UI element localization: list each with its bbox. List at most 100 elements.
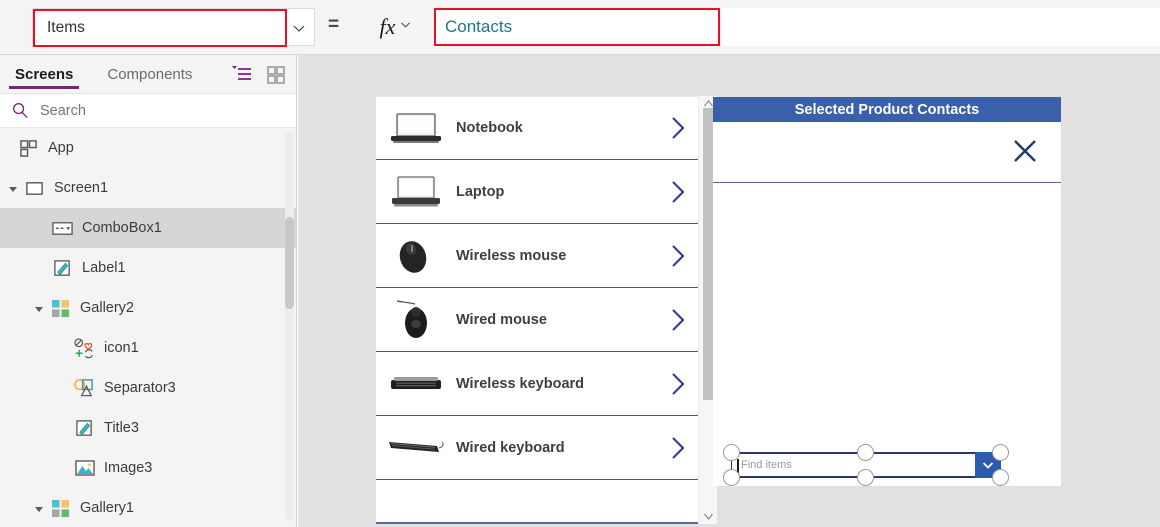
gallery-item[interactable]: Wireless mouse — [376, 224, 698, 288]
sidebar-item-image3[interactable]: Image3 — [0, 448, 296, 488]
chevron-right-icon[interactable] — [664, 307, 692, 333]
sidebar-scrollbar[interactable] — [285, 131, 294, 521]
thumbnail-view-icon[interactable] — [266, 64, 286, 84]
resize-handle-bottom-left[interactable] — [723, 469, 740, 486]
expand-caret-icon[interactable] — [34, 503, 45, 514]
chevron-down-icon[interactable] — [399, 18, 412, 36]
sidebar-item-icon1-label: icon1 — [104, 340, 139, 356]
chevron-right-icon[interactable] — [664, 243, 692, 269]
tree-view-icon[interactable] — [232, 64, 252, 84]
formula-input-value: Contacts — [445, 17, 513, 36]
combobox-icon — [52, 218, 73, 239]
image-icon — [74, 458, 95, 479]
resize-handle-bottom-right[interactable] — [992, 469, 1009, 486]
label-icon — [74, 418, 95, 439]
app-canvas: Notebook Laptop Wireless mouse Wired mou… — [298, 55, 1160, 527]
search-icon — [0, 102, 40, 119]
combobox-control: Find items — [723, 444, 1009, 486]
gallery-item[interactable]: Wired keyboard — [376, 416, 698, 480]
chevron-right-icon[interactable] — [664, 179, 692, 205]
close-icon[interactable] — [1009, 135, 1041, 167]
chevron-right-icon[interactable] — [664, 115, 692, 141]
gallery-item-title: Wired keyboard — [456, 439, 565, 456]
gallery-item-title: Notebook — [456, 120, 523, 136]
gallery-control: Notebook Laptop Wireless mouse Wired mou… — [376, 96, 717, 524]
wired-keyboard-image — [378, 424, 454, 472]
sidebar-item-combobox1-label: ComboBox1 — [82, 220, 162, 236]
wired-mouse-image — [378, 296, 454, 344]
view-toggle-group — [232, 64, 286, 84]
sidebar-item-image3-label: Image3 — [104, 460, 153, 476]
left-sidebar: Screens Components Search App Screen1 Co… — [0, 55, 297, 527]
detail-panel: Selected Product Contacts — [713, 97, 1061, 486]
sidebar-item-gallery2-label: Gallery2 — [80, 300, 134, 316]
wireless-mouse-image — [378, 232, 454, 280]
sidebar-item-gallery1[interactable]: Gallery1 — [0, 488, 296, 526]
sidebar-item-title3-label: Title3 — [104, 420, 139, 436]
expand-caret-icon[interactable] — [8, 183, 19, 194]
label-icon — [52, 258, 73, 279]
sidebar-item-title3[interactable]: Title3 — [0, 408, 296, 448]
tab-components[interactable]: Components — [101, 55, 198, 93]
gallery-icon — [50, 298, 71, 319]
sidebar-item-combobox1[interactable]: ComboBox1 — [0, 208, 296, 248]
gallery-item[interactable]: Wired mouse — [376, 288, 698, 352]
expand-caret-icon[interactable] — [34, 303, 45, 314]
sidebar-item-gallery1-label: Gallery1 — [80, 500, 134, 516]
property-selector-value: Items — [47, 19, 85, 36]
gallery-item[interactable]: Wireless keyboard — [376, 352, 698, 416]
chevron-down-icon — [982, 462, 994, 469]
scroll-down-arrow-icon[interactable] — [703, 511, 714, 522]
detail-panel-body — [713, 183, 1061, 485]
gallery-item[interactable]: Notebook — [376, 96, 698, 160]
sidebar-item-icon1[interactable]: icon1 — [0, 328, 296, 368]
function-button[interactable]: fx — [362, 8, 430, 46]
search-bar[interactable]: Search — [0, 93, 296, 128]
sidebar-item-separator3[interactable]: Separator3 — [0, 368, 296, 408]
sidebar-item-screen1[interactable]: Screen1 — [0, 168, 296, 208]
sidebar-item-gallery2[interactable]: Gallery2 — [0, 288, 296, 328]
resize-handle-top-right[interactable] — [992, 444, 1009, 461]
icon-icon — [74, 337, 95, 359]
app-icon — [18, 138, 39, 159]
chevron-right-icon[interactable] — [664, 435, 692, 461]
sidebar-item-app[interactable]: App — [0, 128, 296, 168]
resize-handle-top-left[interactable] — [723, 444, 740, 461]
sidebar-scrollbar-thumb[interactable] — [285, 217, 294, 309]
combobox-placeholder: Find items — [741, 459, 792, 471]
detail-panel-toolbar — [713, 122, 1061, 183]
gallery-item[interactable]: Laptop — [376, 160, 698, 224]
search-input[interactable]: Search — [40, 103, 86, 119]
sidebar-tabs: Screens Components — [0, 55, 296, 93]
tab-screens[interactable]: Screens — [9, 55, 80, 93]
formula-bar-background — [722, 8, 1160, 46]
notebook-image — [378, 104, 454, 152]
detail-panel-title: Selected Product Contacts — [794, 101, 980, 118]
gallery-item-title: Wireless keyboard — [456, 375, 585, 392]
tab-components-label: Components — [107, 65, 193, 83]
property-selector[interactable]: Items — [32, 8, 315, 47]
formula-input[interactable]: Contacts — [434, 8, 720, 46]
gallery-item-title: Wired mouse — [456, 311, 547, 328]
fx-icon: fx — [379, 14, 396, 39]
detail-panel-header: Selected Product Contacts — [713, 97, 1061, 122]
screen-icon — [24, 178, 45, 199]
formula-bar: Items = fx Contacts — [0, 0, 1160, 55]
sidebar-item-label1[interactable]: Label1 — [0, 248, 296, 288]
chevron-down-icon[interactable] — [291, 20, 307, 36]
sidebar-item-screen1-label: Screen1 — [54, 180, 109, 196]
sidebar-item-app-label: App — [48, 140, 74, 156]
chevron-right-icon[interactable] — [664, 371, 692, 397]
tab-screens-label: Screens — [15, 65, 74, 83]
tree-view: App Screen1 ComboBox1 Label1 Gallery2 ic… — [0, 128, 296, 526]
resize-handle-top-center[interactable] — [857, 444, 874, 461]
power-apps-studio: Items = fx Contacts Screens Components S… — [0, 0, 1160, 527]
laptop-image — [378, 168, 454, 216]
gallery-item-title: Wireless mouse — [456, 247, 567, 264]
equals-sign: = — [328, 14, 340, 35]
property-selector-input[interactable]: Items — [33, 9, 287, 47]
gallery-item-title: Laptop — [456, 183, 505, 200]
gallery-icon — [50, 498, 71, 519]
resize-handle-bottom-center[interactable] — [857, 469, 874, 486]
separator-icon — [74, 378, 95, 399]
